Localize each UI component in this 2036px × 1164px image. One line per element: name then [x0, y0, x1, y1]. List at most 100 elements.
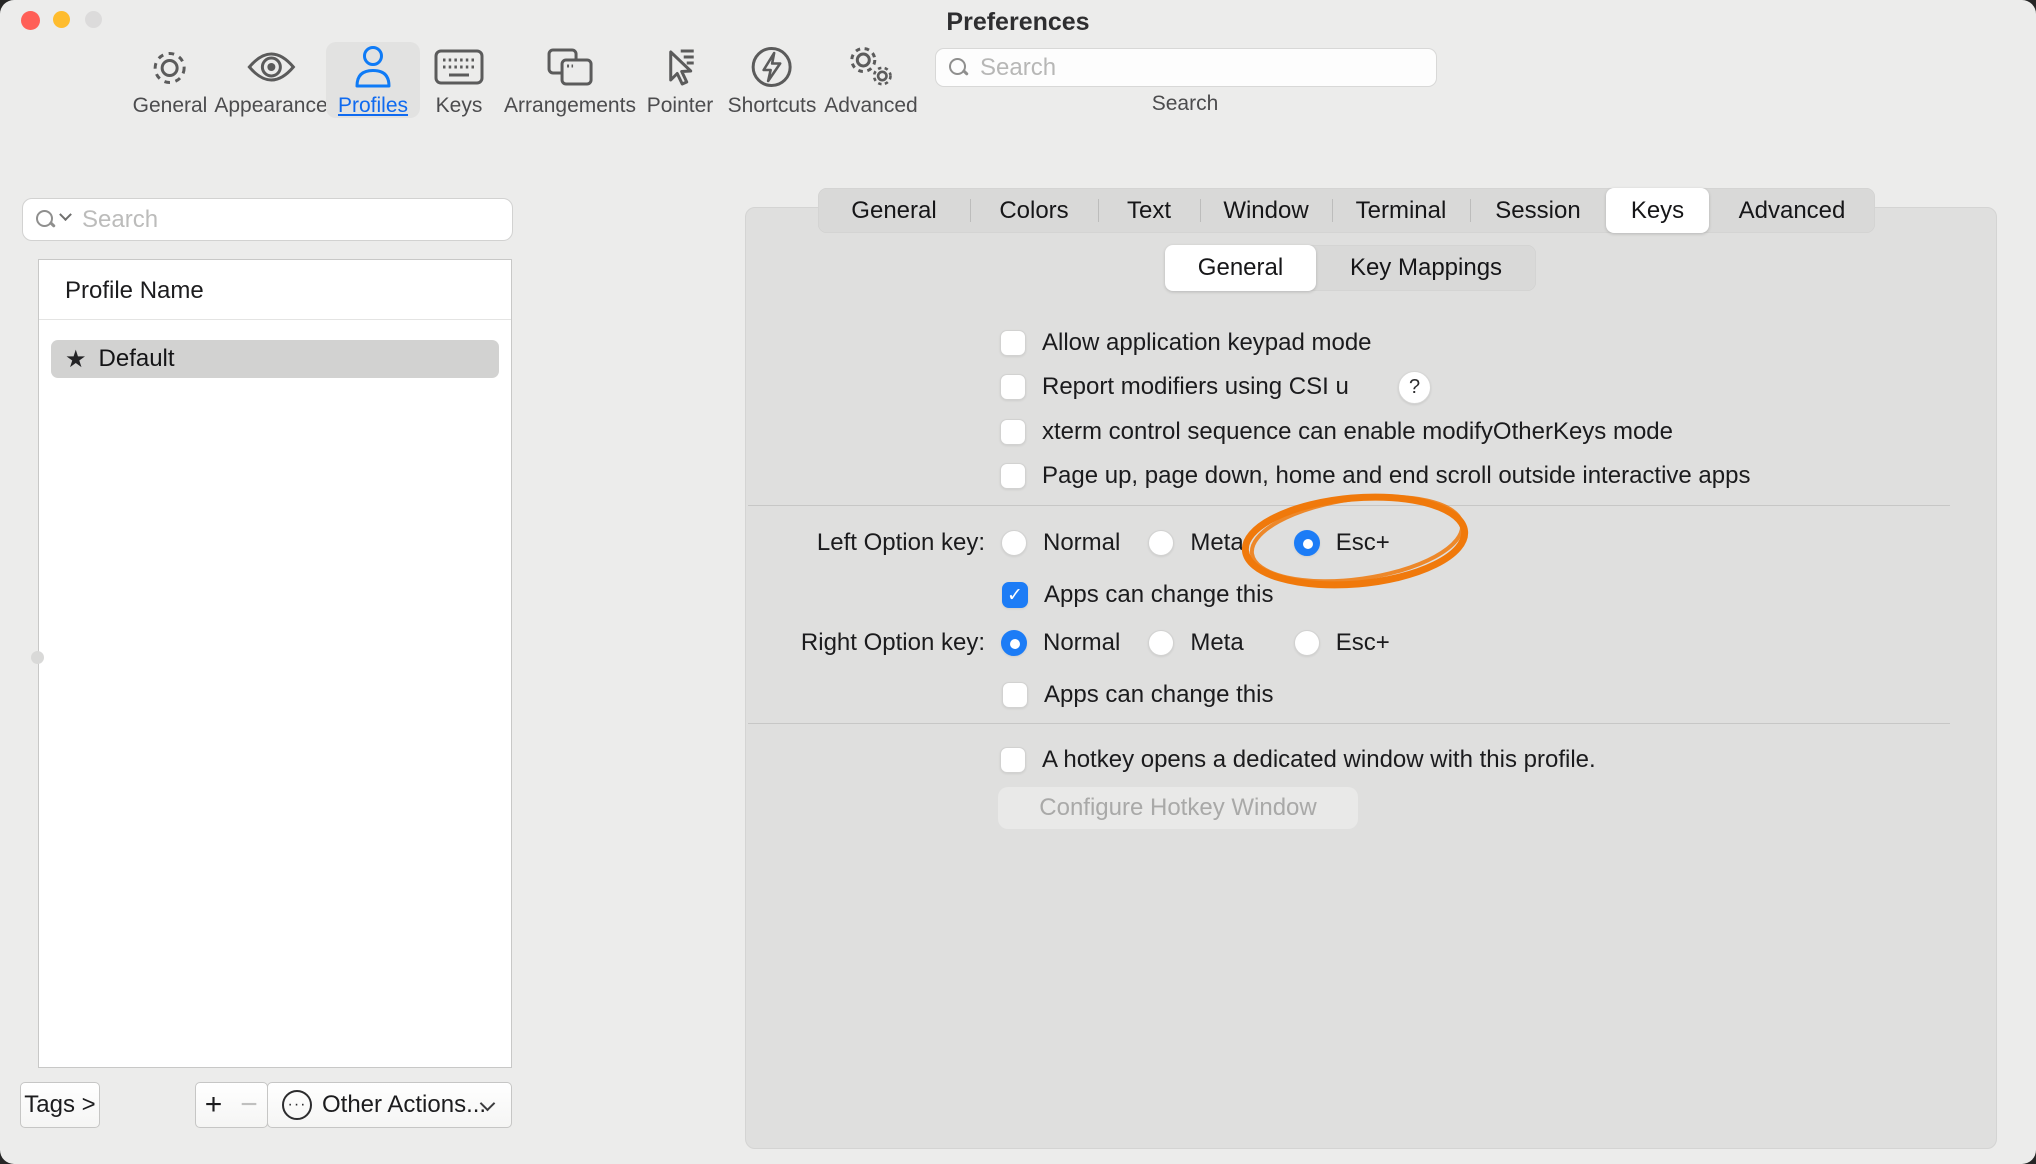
star-icon: ★: [65, 345, 87, 373]
lightning-icon: [749, 42, 795, 92]
tab-window[interactable]: Window: [1200, 188, 1332, 233]
other-actions-dropdown[interactable]: ··· Other Actions...: [267, 1082, 512, 1128]
title-bar: Preferences: [0, 0, 2036, 40]
ellipsis-circle-icon: ···: [282, 1090, 312, 1120]
gear-icon: [147, 42, 193, 92]
radio-right-meta[interactable]: [1148, 630, 1174, 656]
checkbox-label: Apps can change this: [1044, 681, 1274, 709]
toolbar-item-label: Profiles: [338, 94, 408, 118]
search-icon: [35, 209, 57, 231]
radio-label: Normal: [1043, 629, 1120, 657]
radio-right-esc[interactable]: [1294, 630, 1320, 656]
checkbox-label: A hotkey opens a dedicated window with t…: [1042, 746, 1596, 774]
radio-label: Meta: [1190, 529, 1243, 557]
eye-icon: [245, 42, 297, 92]
person-icon: [352, 42, 394, 92]
apps-change-row: Apps can change this: [1002, 681, 1274, 709]
tab-general[interactable]: General: [818, 188, 970, 233]
tab-terminal[interactable]: Terminal: [1332, 188, 1470, 233]
radio-left-normal[interactable]: [1001, 530, 1027, 556]
checkbox-left-apps-change[interactable]: ✓: [1002, 582, 1028, 608]
profile-tab-bar: General Colors Text Window Terminal Sess…: [818, 188, 1875, 233]
profile-list-header: Profile Name: [39, 260, 511, 320]
toolbar-item-arrangements[interactable]: Arrangements: [492, 42, 648, 118]
configure-hotkey-label: Configure Hotkey Window: [1039, 794, 1316, 822]
checkbox-modify-other-keys[interactable]: [1000, 419, 1026, 445]
checkbox-label: xterm control sequence can enable modify…: [1042, 418, 1673, 446]
checkbox-label: Page up, page down, home and end scroll …: [1042, 462, 1750, 490]
tab-colors[interactable]: Colors: [970, 188, 1098, 233]
right-option-label-row: Right Option key:: [700, 629, 985, 657]
toolbar-item-profiles[interactable]: Profiles: [326, 42, 420, 118]
checkbox-allow-keypad[interactable]: [1000, 330, 1026, 356]
window-edge-dot: [31, 651, 44, 664]
help-button[interactable]: ?: [1398, 371, 1431, 404]
radio-label: Esc+: [1336, 529, 1390, 557]
profile-row-default[interactable]: ★ Default: [51, 340, 499, 378]
toolbar-item-label: Appearance: [214, 94, 327, 118]
chevron-down-icon: [59, 208, 72, 221]
preferences-window: Preferences General Appearance Profiles …: [0, 0, 2036, 1164]
tab-advanced[interactable]: Advanced: [1709, 188, 1875, 233]
toolbar-item-label: Arrangements: [504, 94, 636, 118]
toolbar-item-label: Pointer: [647, 94, 714, 118]
checkbox-scroll-outside[interactable]: [1000, 463, 1026, 489]
radio-label: Esc+: [1336, 629, 1390, 657]
toolbar-search-input[interactable]: [978, 53, 1436, 83]
left-option-radio-group: Normal Meta Esc+: [1001, 529, 1390, 557]
tab-session[interactable]: Session: [1470, 188, 1606, 233]
toolbar-item-advanced[interactable]: Advanced: [812, 42, 929, 118]
profile-list: Profile Name ★ Default: [38, 259, 512, 1068]
cursor-icon: [658, 42, 702, 92]
toolbar-search-caption: Search: [935, 92, 1435, 116]
question-mark-icon: ?: [1409, 376, 1420, 399]
divider: [748, 505, 1950, 506]
profile-name: Default: [99, 345, 175, 373]
right-option-radio-group: Normal Meta Esc+: [1001, 629, 1390, 657]
gears-icon: [844, 42, 898, 92]
toolbar-item-label: General: [133, 94, 208, 118]
add-profile-button[interactable]: +: [195, 1082, 232, 1128]
window-title: Preferences: [0, 8, 2036, 37]
minus-icon: −: [240, 1088, 258, 1122]
checkbox-row: Allow application keypad mode: [1000, 329, 1372, 357]
radio-label: Meta: [1190, 629, 1243, 657]
left-option-key-label: Left Option key:: [817, 529, 985, 557]
tags-button[interactable]: Tags >: [20, 1082, 100, 1128]
checkbox-hotkey-window[interactable]: [1000, 747, 1026, 773]
search-icon: [948, 57, 970, 79]
other-actions-label: Other Actions...: [322, 1091, 486, 1119]
keyboard-icon: [434, 42, 484, 92]
radio-right-normal[interactable]: [1001, 630, 1027, 656]
left-option-label-row: Left Option key:: [700, 529, 985, 557]
tab-text[interactable]: Text: [1098, 188, 1200, 233]
toolbar-item-label: Advanced: [824, 94, 917, 118]
plus-icon: +: [205, 1088, 223, 1122]
checkbox-csi-u[interactable]: [1000, 374, 1026, 400]
toolbar-item-appearance[interactable]: Appearance: [202, 42, 339, 118]
toolbar-item-pointer[interactable]: Pointer: [635, 42, 726, 118]
radio-label: Normal: [1043, 529, 1120, 557]
keys-subtab-bar: General Key Mappings: [1165, 245, 1536, 291]
profile-search-input[interactable]: [80, 205, 512, 235]
toolbar-item-label: Keys: [436, 94, 483, 118]
checkbox-row: Report modifiers using CSI u: [1000, 373, 1349, 401]
divider: [748, 723, 1950, 724]
radio-left-esc[interactable]: [1294, 530, 1320, 556]
configure-hotkey-window-button: Configure Hotkey Window: [998, 787, 1358, 829]
radio-left-meta[interactable]: [1148, 530, 1174, 556]
checkbox-label: Allow application keypad mode: [1042, 329, 1372, 357]
check-icon: ✓: [1007, 584, 1023, 607]
subtab-general[interactable]: General: [1165, 245, 1316, 291]
tab-keys[interactable]: Keys: [1606, 188, 1709, 233]
subtab-key-mappings[interactable]: Key Mappings: [1316, 245, 1536, 291]
profile-search-field[interactable]: [22, 198, 513, 241]
windows-icon: [546, 42, 594, 92]
tags-button-label: Tags >: [24, 1091, 95, 1119]
toolbar-item-keys[interactable]: Keys: [422, 42, 496, 118]
toolbar-item-label: Shortcuts: [728, 94, 817, 118]
toolbar-search-field[interactable]: [935, 48, 1437, 87]
checkbox-label: Apps can change this: [1044, 581, 1274, 609]
right-option-key-label: Right Option key:: [801, 629, 985, 657]
checkbox-right-apps-change[interactable]: [1002, 682, 1028, 708]
